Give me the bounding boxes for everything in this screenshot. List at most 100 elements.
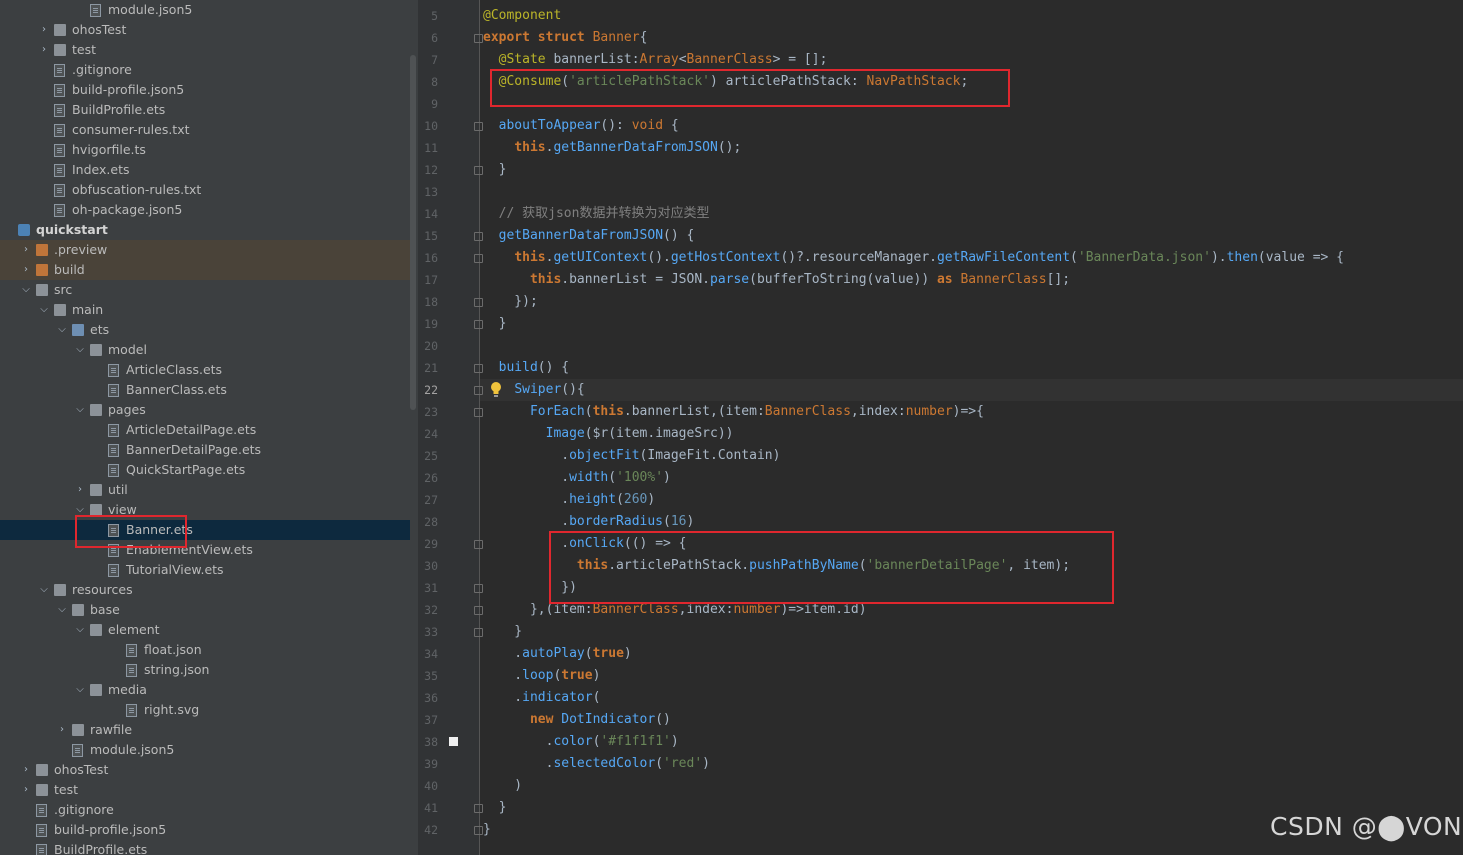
- tree-row[interactable]: ⌵ main: [0, 300, 410, 320]
- line-number[interactable]: 15: [418, 225, 438, 247]
- tree-row[interactable]: consumer-rules.txt: [0, 120, 410, 140]
- chevron-down-icon[interactable]: ⌵: [38, 580, 50, 600]
- line-number[interactable]: 22: [418, 379, 438, 401]
- code-line[interactable]: .height(260): [483, 489, 655, 511]
- fold-marker-icon[interactable]: [474, 826, 483, 835]
- tree-row[interactable]: › ohosTest: [0, 760, 410, 780]
- code-line[interactable]: .width('100%'): [483, 467, 671, 489]
- line-number[interactable]: 25: [418, 445, 438, 467]
- code-line[interactable]: .objectFit(ImageFit.Contain): [483, 445, 780, 467]
- project-tree-scrollbar-thumb[interactable]: [410, 55, 416, 410]
- tree-row[interactable]: BuildProfile.ets: [0, 840, 410, 855]
- code-line[interactable]: }: [483, 621, 522, 643]
- line-number[interactable]: 32: [418, 599, 438, 621]
- line-number[interactable]: 23: [418, 401, 438, 423]
- tree-row[interactable]: quickstart: [0, 220, 410, 240]
- tree-row[interactable]: module.json5: [0, 740, 410, 760]
- tree-row[interactable]: .gitignore: [0, 60, 410, 80]
- code-line[interactable]: .loop(true): [483, 665, 600, 687]
- line-number[interactable]: 42: [418, 819, 438, 841]
- chevron-right-icon[interactable]: ›: [20, 240, 32, 260]
- code-line[interactable]: this.bannerList = JSON.parse(bufferToStr…: [483, 269, 1070, 291]
- line-number[interactable]: 10: [418, 115, 438, 137]
- line-number[interactable]: 13: [418, 181, 438, 203]
- chevron-down-icon[interactable]: ⌵: [74, 680, 86, 700]
- line-number[interactable]: 14: [418, 203, 438, 225]
- tree-row[interactable]: ⌵ model: [0, 340, 410, 360]
- line-number[interactable]: 30: [418, 555, 438, 577]
- code-line[interactable]: .color('#f1f1f1'): [483, 731, 679, 753]
- tree-row[interactable]: › util: [0, 480, 410, 500]
- tree-row[interactable]: BannerDetailPage.ets: [0, 440, 410, 460]
- tree-row[interactable]: ArticleDetailPage.ets: [0, 420, 410, 440]
- tree-row[interactable]: QuickStartPage.ets: [0, 460, 410, 480]
- tree-row[interactable]: right.svg: [0, 700, 410, 720]
- code-line[interactable]: @State bannerList:Array<BannerClass> = […: [483, 49, 828, 71]
- line-number[interactable]: 41: [418, 797, 438, 819]
- code-line[interactable]: }: [483, 313, 507, 335]
- tree-row[interactable]: › .preview: [0, 240, 410, 260]
- fold-marker-icon[interactable]: [474, 540, 483, 549]
- tree-row[interactable]: ⌵ base: [0, 600, 410, 620]
- tree-row[interactable]: ArticleClass.ets: [0, 360, 410, 380]
- line-number[interactable]: 24: [418, 423, 438, 445]
- chevron-right-icon[interactable]: ›: [74, 480, 86, 500]
- tree-row[interactable]: ⌵ resources: [0, 580, 410, 600]
- code-line[interactable]: this.getUIContext().getHostContext()?.re…: [483, 247, 1344, 269]
- tree-row[interactable]: ⌵ pages: [0, 400, 410, 420]
- fold-marker-icon[interactable]: [474, 804, 483, 813]
- code-line[interactable]: .indicator(: [483, 687, 600, 709]
- line-number[interactable]: 27: [418, 489, 438, 511]
- tree-row[interactable]: Index.ets: [0, 160, 410, 180]
- line-number[interactable]: 21: [418, 357, 438, 379]
- tree-row[interactable]: › build: [0, 260, 410, 280]
- tree-row[interactable]: module.json5: [0, 0, 410, 20]
- line-number[interactable]: 5: [418, 5, 438, 27]
- line-number[interactable]: 19: [418, 313, 438, 335]
- chevron-down-icon[interactable]: ⌵: [20, 280, 32, 300]
- line-number[interactable]: 40: [418, 775, 438, 797]
- code-line[interactable]: @Component: [483, 5, 561, 27]
- fold-marker-icon[interactable]: [474, 386, 483, 395]
- code-line[interactable]: });: [483, 291, 538, 313]
- tree-row[interactable]: Banner.ets: [0, 520, 410, 540]
- tree-row[interactable]: ⌵ view: [0, 500, 410, 520]
- tree-row[interactable]: BannerClass.ets: [0, 380, 410, 400]
- code-line[interactable]: }: [483, 797, 507, 819]
- line-number[interactable]: 17: [418, 269, 438, 291]
- fold-marker-icon[interactable]: [474, 628, 483, 637]
- line-number[interactable]: 31: [418, 577, 438, 599]
- line-number[interactable]: 20: [418, 335, 438, 357]
- fold-marker-icon[interactable]: [474, 364, 483, 373]
- bookmark-icon[interactable]: [449, 737, 458, 746]
- tree-row[interactable]: build-profile.json5: [0, 80, 410, 100]
- code-line[interactable]: .borderRadius(16): [483, 511, 694, 533]
- line-number[interactable]: 29: [418, 533, 438, 555]
- tree-row[interactable]: float.json: [0, 640, 410, 660]
- fold-marker-icon[interactable]: [474, 232, 483, 241]
- lightbulb-icon[interactable]: [489, 381, 503, 399]
- code-line[interactable]: // 获取json数据并转换为对应类型: [483, 203, 710, 225]
- line-number[interactable]: 36: [418, 687, 438, 709]
- chevron-right-icon[interactable]: ›: [20, 260, 32, 280]
- code-line[interactable]: export struct Banner{: [483, 27, 647, 49]
- line-number[interactable]: 6: [418, 27, 438, 49]
- tree-row[interactable]: › test: [0, 780, 410, 800]
- chevron-down-icon[interactable]: ⌵: [74, 620, 86, 640]
- tree-row[interactable]: ⌵ element: [0, 620, 410, 640]
- chevron-right-icon[interactable]: ›: [20, 760, 32, 780]
- chevron-down-icon[interactable]: ⌵: [74, 400, 86, 420]
- code-line[interactable]: build() {: [483, 357, 569, 379]
- chevron-right-icon[interactable]: ›: [38, 20, 50, 40]
- line-number[interactable]: 26: [418, 467, 438, 489]
- fold-marker-icon[interactable]: [474, 606, 483, 615]
- fold-marker-icon[interactable]: [474, 166, 483, 175]
- line-number[interactable]: 16: [418, 247, 438, 269]
- tree-row[interactable]: › rawfile: [0, 720, 410, 740]
- line-number[interactable]: 33: [418, 621, 438, 643]
- tree-row[interactable]: ⌵ media: [0, 680, 410, 700]
- line-number[interactable]: 12: [418, 159, 438, 181]
- tree-row[interactable]: obfuscation-rules.txt: [0, 180, 410, 200]
- tree-row[interactable]: BuildProfile.ets: [0, 100, 410, 120]
- line-number[interactable]: 18: [418, 291, 438, 313]
